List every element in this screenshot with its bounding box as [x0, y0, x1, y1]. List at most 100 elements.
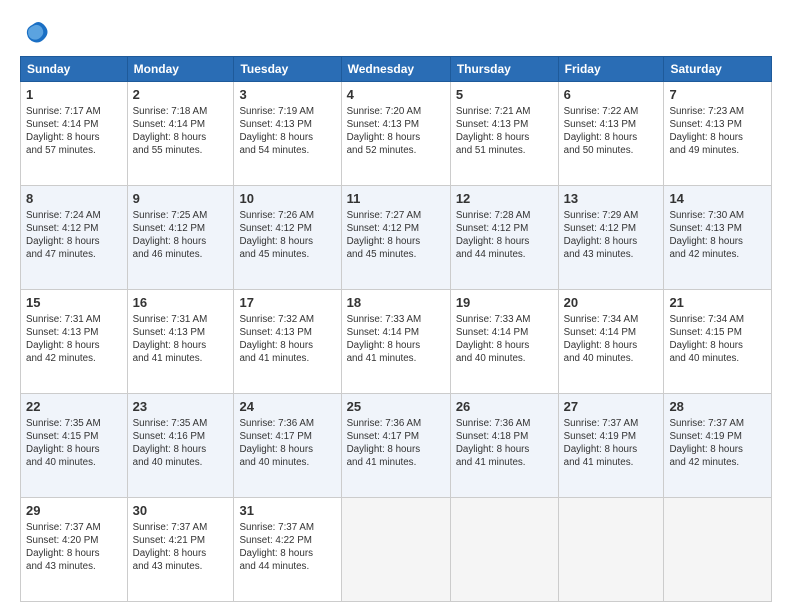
day-info: Sunrise: 7:34 AM Sunset: 4:14 PM Dayligh…: [564, 313, 659, 366]
header-tuesday: Tuesday: [234, 57, 341, 82]
day-info: Sunrise: 7:37 AM Sunset: 4:22 PM Dayligh…: [239, 521, 335, 574]
day-number: 2: [133, 86, 229, 104]
calendar-cell: 18Sunrise: 7:33 AM Sunset: 4:14 PM Dayli…: [341, 290, 450, 394]
day-number: 18: [347, 294, 445, 312]
day-number: 27: [564, 398, 659, 416]
calendar-cell: 10Sunrise: 7:26 AM Sunset: 4:12 PM Dayli…: [234, 186, 341, 290]
calendar-cell: 11Sunrise: 7:27 AM Sunset: 4:12 PM Dayli…: [341, 186, 450, 290]
calendar-cell: 14Sunrise: 7:30 AM Sunset: 4:13 PM Dayli…: [664, 186, 772, 290]
day-info: Sunrise: 7:36 AM Sunset: 4:17 PM Dayligh…: [347, 417, 445, 470]
day-number: 7: [669, 86, 766, 104]
day-info: Sunrise: 7:17 AM Sunset: 4:14 PM Dayligh…: [26, 105, 122, 158]
calendar-cell: 5Sunrise: 7:21 AM Sunset: 4:13 PM Daylig…: [450, 82, 558, 186]
day-number: 19: [456, 294, 553, 312]
day-number: 9: [133, 190, 229, 208]
day-info: Sunrise: 7:25 AM Sunset: 4:12 PM Dayligh…: [133, 209, 229, 262]
day-number: 11: [347, 190, 445, 208]
day-info: Sunrise: 7:37 AM Sunset: 4:21 PM Dayligh…: [133, 521, 229, 574]
day-info: Sunrise: 7:33 AM Sunset: 4:14 PM Dayligh…: [347, 313, 445, 366]
week-row: 8Sunrise: 7:24 AM Sunset: 4:12 PM Daylig…: [21, 186, 772, 290]
day-number: 12: [456, 190, 553, 208]
calendar-cell: 4Sunrise: 7:20 AM Sunset: 4:13 PM Daylig…: [341, 82, 450, 186]
calendar-cell: 17Sunrise: 7:32 AM Sunset: 4:13 PM Dayli…: [234, 290, 341, 394]
day-number: 26: [456, 398, 553, 416]
calendar-cell: 23Sunrise: 7:35 AM Sunset: 4:16 PM Dayli…: [127, 394, 234, 498]
calendar-cell: 20Sunrise: 7:34 AM Sunset: 4:14 PM Dayli…: [558, 290, 664, 394]
calendar-cell: [664, 498, 772, 602]
week-row: 15Sunrise: 7:31 AM Sunset: 4:13 PM Dayli…: [21, 290, 772, 394]
day-number: 29: [26, 502, 122, 520]
calendar-cell: 16Sunrise: 7:31 AM Sunset: 4:13 PM Dayli…: [127, 290, 234, 394]
day-number: 28: [669, 398, 766, 416]
day-info: Sunrise: 7:34 AM Sunset: 4:15 PM Dayligh…: [669, 313, 766, 366]
header-thursday: Thursday: [450, 57, 558, 82]
calendar-cell: 8Sunrise: 7:24 AM Sunset: 4:12 PM Daylig…: [21, 186, 128, 290]
day-info: Sunrise: 7:24 AM Sunset: 4:12 PM Dayligh…: [26, 209, 122, 262]
header-monday: Monday: [127, 57, 234, 82]
day-info: Sunrise: 7:20 AM Sunset: 4:13 PM Dayligh…: [347, 105, 445, 158]
calendar-cell: 13Sunrise: 7:29 AM Sunset: 4:12 PM Dayli…: [558, 186, 664, 290]
week-row: 29Sunrise: 7:37 AM Sunset: 4:20 PM Dayli…: [21, 498, 772, 602]
day-info: Sunrise: 7:19 AM Sunset: 4:13 PM Dayligh…: [239, 105, 335, 158]
day-info: Sunrise: 7:26 AM Sunset: 4:12 PM Dayligh…: [239, 209, 335, 262]
day-info: Sunrise: 7:29 AM Sunset: 4:12 PM Dayligh…: [564, 209, 659, 262]
calendar-cell: 29Sunrise: 7:37 AM Sunset: 4:20 PM Dayli…: [21, 498, 128, 602]
day-info: Sunrise: 7:35 AM Sunset: 4:16 PM Dayligh…: [133, 417, 229, 470]
calendar-cell: 24Sunrise: 7:36 AM Sunset: 4:17 PM Dayli…: [234, 394, 341, 498]
day-info: Sunrise: 7:33 AM Sunset: 4:14 PM Dayligh…: [456, 313, 553, 366]
day-info: Sunrise: 7:37 AM Sunset: 4:19 PM Dayligh…: [564, 417, 659, 470]
calendar-cell: 31Sunrise: 7:37 AM Sunset: 4:22 PM Dayli…: [234, 498, 341, 602]
calendar-cell: 15Sunrise: 7:31 AM Sunset: 4:13 PM Dayli…: [21, 290, 128, 394]
day-info: Sunrise: 7:36 AM Sunset: 4:17 PM Dayligh…: [239, 417, 335, 470]
day-info: Sunrise: 7:28 AM Sunset: 4:12 PM Dayligh…: [456, 209, 553, 262]
day-number: 4: [347, 86, 445, 104]
logo: [20, 18, 54, 48]
calendar-cell: 7Sunrise: 7:23 AM Sunset: 4:13 PM Daylig…: [664, 82, 772, 186]
calendar-cell: 28Sunrise: 7:37 AM Sunset: 4:19 PM Dayli…: [664, 394, 772, 498]
header-sunday: Sunday: [21, 57, 128, 82]
day-number: 30: [133, 502, 229, 520]
day-number: 24: [239, 398, 335, 416]
week-row: 1Sunrise: 7:17 AM Sunset: 4:14 PM Daylig…: [21, 82, 772, 186]
day-number: 5: [456, 86, 553, 104]
day-number: 16: [133, 294, 229, 312]
day-number: 17: [239, 294, 335, 312]
day-number: 8: [26, 190, 122, 208]
day-info: Sunrise: 7:31 AM Sunset: 4:13 PM Dayligh…: [133, 313, 229, 366]
header-saturday: Saturday: [664, 57, 772, 82]
calendar-cell: 3Sunrise: 7:19 AM Sunset: 4:13 PM Daylig…: [234, 82, 341, 186]
day-info: Sunrise: 7:23 AM Sunset: 4:13 PM Dayligh…: [669, 105, 766, 158]
calendar-cell: 1Sunrise: 7:17 AM Sunset: 4:14 PM Daylig…: [21, 82, 128, 186]
day-info: Sunrise: 7:36 AM Sunset: 4:18 PM Dayligh…: [456, 417, 553, 470]
day-info: Sunrise: 7:31 AM Sunset: 4:13 PM Dayligh…: [26, 313, 122, 366]
day-number: 13: [564, 190, 659, 208]
day-number: 15: [26, 294, 122, 312]
calendar-cell: 6Sunrise: 7:22 AM Sunset: 4:13 PM Daylig…: [558, 82, 664, 186]
day-number: 31: [239, 502, 335, 520]
day-info: Sunrise: 7:32 AM Sunset: 4:13 PM Dayligh…: [239, 313, 335, 366]
day-number: 3: [239, 86, 335, 104]
calendar: SundayMondayTuesdayWednesdayThursdayFrid…: [20, 56, 772, 602]
day-number: 10: [239, 190, 335, 208]
day-number: 20: [564, 294, 659, 312]
day-number: 22: [26, 398, 122, 416]
week-row: 22Sunrise: 7:35 AM Sunset: 4:15 PM Dayli…: [21, 394, 772, 498]
calendar-cell: [450, 498, 558, 602]
day-number: 25: [347, 398, 445, 416]
calendar-cell: 19Sunrise: 7:33 AM Sunset: 4:14 PM Dayli…: [450, 290, 558, 394]
calendar-cell: 21Sunrise: 7:34 AM Sunset: 4:15 PM Dayli…: [664, 290, 772, 394]
day-number: 6: [564, 86, 659, 104]
calendar-cell: 26Sunrise: 7:36 AM Sunset: 4:18 PM Dayli…: [450, 394, 558, 498]
header-wednesday: Wednesday: [341, 57, 450, 82]
header: [20, 18, 772, 48]
logo-icon: [20, 18, 50, 48]
day-info: Sunrise: 7:27 AM Sunset: 4:12 PM Dayligh…: [347, 209, 445, 262]
calendar-cell: 12Sunrise: 7:28 AM Sunset: 4:12 PM Dayli…: [450, 186, 558, 290]
calendar-cell: [558, 498, 664, 602]
header-friday: Friday: [558, 57, 664, 82]
day-number: 21: [669, 294, 766, 312]
day-info: Sunrise: 7:35 AM Sunset: 4:15 PM Dayligh…: [26, 417, 122, 470]
day-info: Sunrise: 7:22 AM Sunset: 4:13 PM Dayligh…: [564, 105, 659, 158]
day-info: Sunrise: 7:37 AM Sunset: 4:19 PM Dayligh…: [669, 417, 766, 470]
header-row: SundayMondayTuesdayWednesdayThursdayFrid…: [21, 57, 772, 82]
